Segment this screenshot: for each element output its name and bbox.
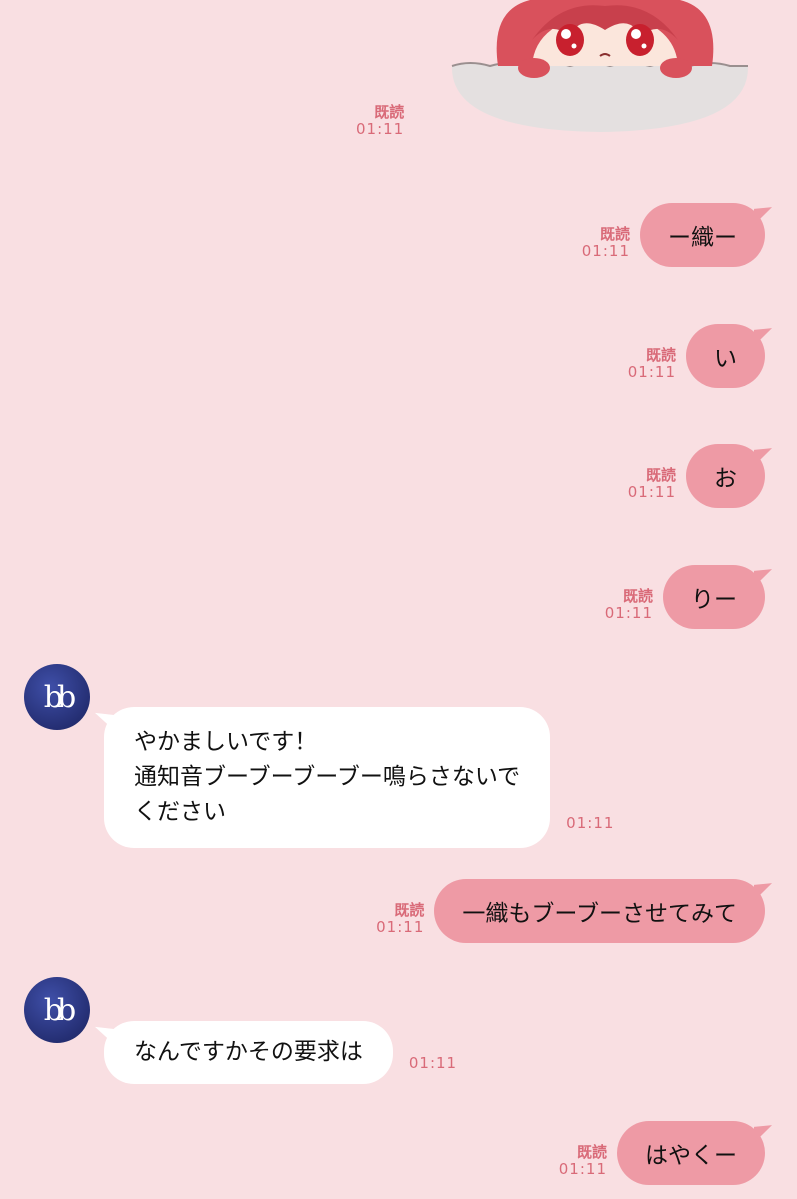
contact-avatar[interactable]: bb <box>24 664 90 730</box>
message-bubble[interactable]: お <box>686 444 765 508</box>
message-bubble[interactable]: 一織もブーブーさせてみて <box>434 879 765 943</box>
read-receipt: 既読 <box>374 103 405 121</box>
outgoing-message: 既読 01:11 お <box>628 444 765 508</box>
message-bubble[interactable]: なんですかその要求は <box>104 1021 393 1084</box>
message-meta: 既読 01:11 <box>605 588 653 621</box>
message-time: 01:11 <box>376 917 425 936</box>
outgoing-message: 既読 01:11 い <box>628 324 765 388</box>
message-meta: 既読 01:11 <box>582 226 630 259</box>
message-bubble[interactable]: はやくー <box>617 1121 765 1185</box>
message-time: 01:11 <box>356 119 405 138</box>
message-line: ください <box>134 798 226 825</box>
read-receipt: 既読 <box>394 901 425 919</box>
message-time: 01:11 <box>581 241 630 260</box>
incoming-message: やかましいです！ 通知音ブーブーブーブー鳴らさないで ください 01:11 <box>104 707 614 848</box>
message-bubble[interactable]: りー <box>663 565 765 629</box>
message-bubble[interactable]: ー織ー <box>640 203 765 267</box>
message-line: なんですかその要求は <box>134 1039 363 1065</box>
sticker-meta: 既読 01:11 <box>356 104 404 137</box>
message-line: やかましいです！ <box>134 729 318 755</box>
message-time: 01:11 <box>627 482 676 501</box>
message-meta: 既読 01:11 <box>628 347 676 380</box>
contact-avatar[interactable]: bb <box>24 977 90 1043</box>
read-receipt: 既読 <box>576 1143 607 1161</box>
outgoing-message: 既読 01:11 りー <box>605 565 765 629</box>
message-bubble[interactable]: い <box>686 324 765 388</box>
chat-view: 既読 01:11 既読 01:11 ー織ー 既読 01:11 い 既読 01:1… <box>0 0 797 1199</box>
message-time: 01:11 <box>408 1053 458 1072</box>
bb-logo-icon: bb <box>43 992 77 1028</box>
message-line: 通知音ブーブーブーブー鳴らさないで <box>134 763 521 790</box>
message-time: 01:11 <box>604 603 653 622</box>
bb-logo-icon: bb <box>43 679 77 715</box>
outgoing-message: 既読 01:11 ー織ー <box>582 203 765 267</box>
message-time: 01:11 <box>566 813 615 832</box>
message-meta: 既読 01:11 <box>559 1144 607 1177</box>
read-receipt: 既読 <box>599 225 630 243</box>
message-time: 01:11 <box>558 1159 607 1178</box>
incoming-message: なんですかその要求は 01:11 <box>104 1021 457 1084</box>
message-time: 01:11 <box>627 362 676 381</box>
outgoing-message: 既読 01:11 はやくー <box>559 1121 765 1185</box>
outgoing-message: 既読 01:11 一織もブーブーさせてみて <box>376 879 765 943</box>
read-receipt: 既読 <box>645 466 676 484</box>
sticker-image[interactable] <box>450 0 750 135</box>
read-receipt: 既読 <box>645 346 676 364</box>
message-meta: 既読 01:11 <box>628 467 676 500</box>
message-meta: 既読 01:11 <box>376 902 424 935</box>
read-receipt: 既読 <box>622 587 653 605</box>
message-bubble[interactable]: やかましいです！ 通知音ブーブーブーブー鳴らさないで ください <box>104 707 551 848</box>
